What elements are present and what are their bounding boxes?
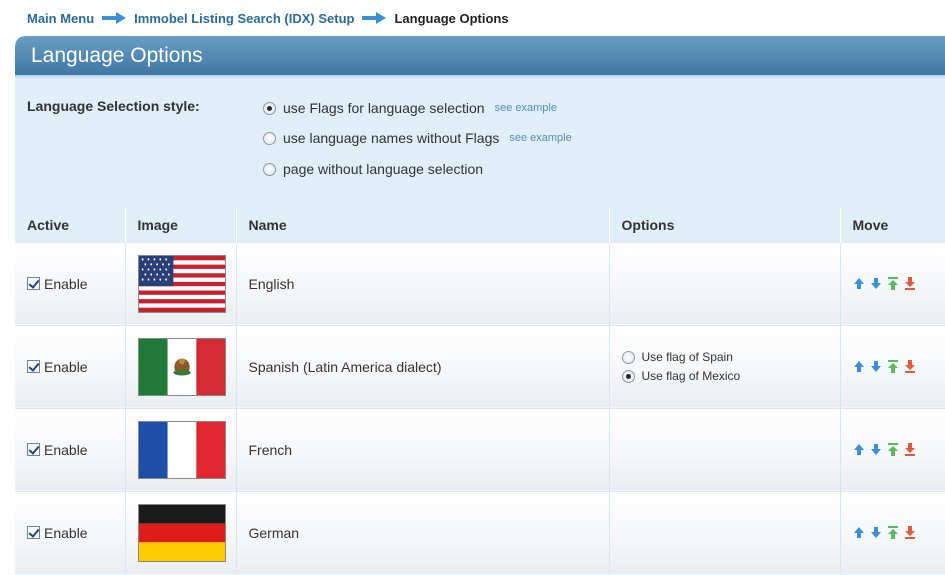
image-cell — [124, 241, 236, 325]
move-up-icon[interactable] — [853, 526, 865, 539]
style-flags-label: use Flags for language selection — [283, 100, 485, 116]
breadcrumb-idx-setup-link[interactable]: Immobel Listing Search (IDX) Setup — [134, 11, 354, 26]
language-options-panel: Language Options Language Selection styl… — [15, 36, 945, 575]
style-none-radio[interactable] — [263, 162, 276, 176]
see-example-names-link[interactable]: see example — [509, 132, 571, 144]
header-name: Name — [235, 208, 609, 242]
move-bottom-icon[interactable] — [904, 277, 916, 290]
style-option-none[interactable]: page without language selection — [263, 161, 483, 177]
image-cell — [124, 407, 236, 491]
name-cell: English — [235, 241, 609, 325]
move-cell — [839, 407, 945, 491]
move-top-icon[interactable] — [887, 526, 899, 540]
active-cell: Enable — [15, 324, 125, 408]
table-row: Enable English — [15, 241, 945, 325]
table-row: Enable French — [15, 407, 945, 491]
enable-label: Enable — [44, 441, 88, 458]
style-flags-radio[interactable] — [263, 101, 276, 115]
header-move: Move — [839, 208, 945, 242]
move-down-icon[interactable] — [870, 526, 882, 539]
see-example-flags-link[interactable]: see example — [495, 102, 557, 114]
move-bottom-icon[interactable] — [904, 443, 916, 456]
image-cell — [124, 490, 236, 574]
move-controls — [853, 526, 945, 540]
name-cell: German — [235, 490, 609, 574]
move-cell — [839, 490, 945, 574]
style-option-names[interactable]: use language names without Flags see exa… — [263, 130, 572, 146]
panel-header: Language Options — [15, 36, 945, 75]
move-up-icon[interactable] — [853, 443, 865, 456]
options-cell: Use flag of Spain Use flag of Mexico — [608, 324, 840, 408]
header-image: Image — [124, 208, 236, 242]
move-bottom-icon[interactable] — [904, 526, 916, 540]
enable-toggle[interactable]: Enable — [27, 359, 125, 375]
germany-flag-image — [137, 503, 226, 562]
selection-style-label: Language Selection style: — [27, 98, 200, 114]
arrow-right-icon — [362, 12, 387, 24]
usa-flag-image — [137, 254, 226, 313]
move-top-icon[interactable] — [887, 360, 899, 373]
enable-checkbox[interactable] — [27, 526, 40, 540]
move-controls — [853, 277, 945, 290]
move-down-icon[interactable] — [870, 360, 882, 373]
flag-mexico-radio[interactable] — [621, 369, 635, 383]
languages-table: Active Image Name Options Move Enable En… — [15, 208, 945, 574]
name-cell: French — [235, 407, 609, 491]
move-up-icon[interactable] — [853, 360, 865, 373]
breadcrumb: Main Menu Immobel Listing Search (IDX) S… — [0, 0, 945, 36]
mexico-flag-image — [137, 337, 226, 396]
flag-option-spain[interactable]: Use flag of Spain — [621, 350, 840, 364]
enable-label: Enable — [44, 358, 88, 375]
france-flag-image — [137, 420, 226, 479]
enable-label: Enable — [44, 275, 88, 292]
options-cell — [608, 407, 840, 491]
breadcrumb-main-menu-link[interactable]: Main Menu — [27, 11, 94, 26]
flag-spain-radio[interactable] — [621, 350, 635, 364]
name-cell: Spanish (Latin America dialect) — [235, 324, 609, 408]
move-down-icon[interactable] — [870, 443, 882, 456]
enable-toggle[interactable]: Enable — [27, 442, 125, 458]
style-none-label: page without language selection — [283, 161, 484, 177]
move-up-icon[interactable] — [853, 277, 865, 290]
table-header-row: Active Image Name Options Move — [15, 208, 945, 242]
enable-label: Enable — [44, 524, 88, 541]
flag-mexico-label: Use flag of Mexico — [641, 369, 741, 383]
table-row: Enable German — [15, 490, 945, 574]
active-cell: Enable — [15, 407, 125, 491]
move-down-icon[interactable] — [870, 277, 882, 290]
enable-checkbox[interactable] — [27, 443, 40, 456]
move-top-icon[interactable] — [887, 277, 899, 290]
style-option-flags[interactable]: use Flags for language selection see exa… — [263, 100, 557, 116]
selection-style-section: Language Selection style: use Flags for … — [15, 79, 945, 208]
move-cell — [839, 324, 945, 408]
options-cell — [608, 241, 840, 325]
enable-toggle[interactable]: Enable — [27, 276, 125, 292]
style-names-radio[interactable] — [263, 131, 276, 145]
header-options: Options — [608, 208, 840, 242]
move-controls — [853, 443, 945, 456]
options-cell — [608, 490, 840, 574]
active-cell: Enable — [15, 490, 125, 574]
enable-checkbox[interactable] — [27, 277, 40, 290]
move-controls — [853, 360, 945, 373]
style-names-label: use language names without Flags — [283, 130, 500, 146]
move-bottom-icon[interactable] — [904, 360, 916, 373]
flag-spain-label: Use flag of Spain — [641, 350, 733, 364]
header-active: Active — [27, 216, 70, 233]
move-top-icon[interactable] — [887, 443, 899, 456]
breadcrumb-current: Language Options — [394, 10, 509, 26]
move-cell — [839, 241, 945, 325]
page-title: Language Options — [31, 43, 203, 67]
enable-checkbox[interactable] — [27, 360, 40, 373]
enable-toggle[interactable]: Enable — [27, 525, 125, 541]
active-cell: Enable — [15, 241, 125, 325]
image-cell — [124, 324, 236, 408]
flag-option-mexico[interactable]: Use flag of Mexico — [621, 369, 840, 383]
arrow-right-icon — [102, 12, 127, 24]
table-row: Enable Spanish (Latin America dialect) U… — [15, 324, 945, 408]
